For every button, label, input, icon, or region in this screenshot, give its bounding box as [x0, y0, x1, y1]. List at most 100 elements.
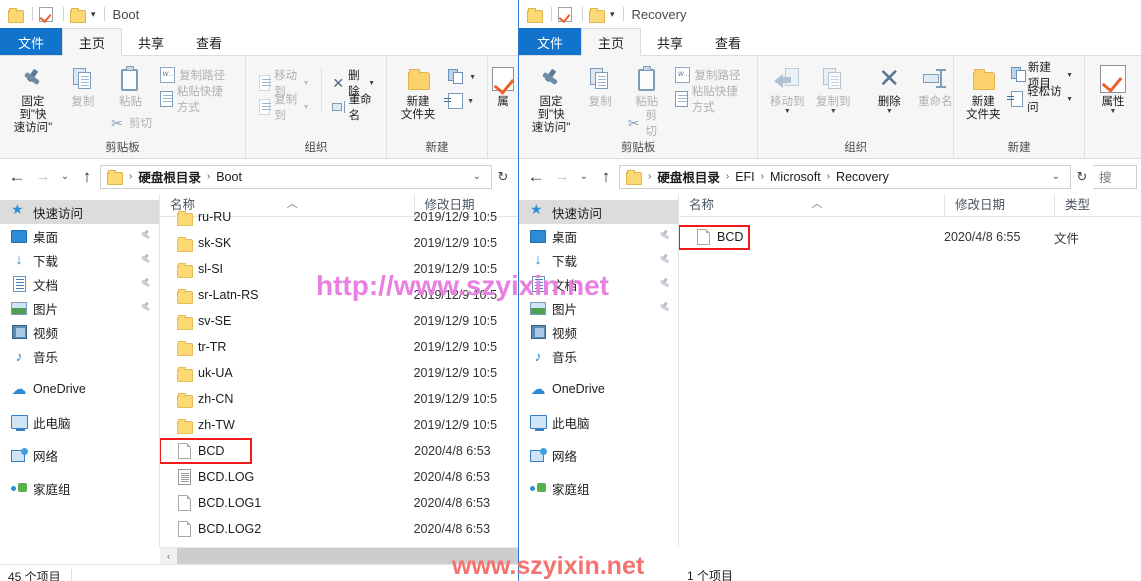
chevron-down-icon[interactable]: ▼	[830, 108, 837, 115]
file-list-pane-left[interactable]: 名称 ︿ 修改日期 ru-RU 2019/12/9 10:5 sk-SK 201…	[160, 194, 518, 547]
forward-button[interactable]: →	[30, 164, 56, 190]
column-header-name[interactable]: 名称 ︿	[679, 194, 944, 217]
new-item-button[interactable]: ▼	[445, 65, 479, 89]
pin-icon[interactable]	[140, 278, 151, 289]
selected-file-bcd[interactable]: BCD	[160, 438, 253, 464]
breadcrumb-item-root[interactable]: 硬盘根目录	[136, 167, 203, 186]
selected-file-bcd[interactable]: BCD	[679, 224, 750, 250]
sidebar-item-this-pc[interactable]: 此电脑	[519, 410, 678, 434]
copy-to-button[interactable]: 复制到 ▼	[810, 59, 856, 115]
properties-button[interactable]: 属	[492, 59, 514, 109]
table-row[interactable]: sl-SI 2019/12/9 10:5	[160, 256, 518, 282]
table-row[interactable]: uk-UA 2019/12/9 10:5	[160, 360, 518, 386]
new-folder-button[interactable]: 新建 文件夹	[960, 59, 1006, 122]
scroll-left-button[interactable]: ‹	[160, 548, 177, 564]
sidebar-item-videos[interactable]: 视频	[0, 320, 159, 344]
table-row[interactable]: BCD.LOG 2020/4/8 6:53	[160, 464, 518, 490]
paste-button[interactable]: 粘贴	[624, 59, 670, 109]
back-button[interactable]: ←	[4, 164, 30, 190]
chevron-down-icon[interactable]: ▼	[1110, 108, 1117, 115]
sidebar-item-quick-access[interactable]: 快速访问	[0, 200, 159, 224]
tab-file[interactable]: 文件	[519, 28, 582, 56]
sidebar-item-onedrive[interactable]: ☁ OneDrive	[0, 377, 159, 401]
table-row[interactable]: ru-RU 2019/12/9 10:5	[160, 204, 518, 230]
explorer-window-boot[interactable]: ▾ Boot 文件 主页 共享 查看 固定到"快 速访问" 复制 粘贴 ✂ 剪切…	[0, 0, 518, 581]
new-folder-quick-icon[interactable]	[589, 7, 605, 23]
breadcrumb-item-efi[interactable]: EFI	[733, 170, 756, 184]
sidebar-item-homegroup[interactable]: 家庭组	[519, 476, 678, 500]
forward-button[interactable]: →	[549, 164, 575, 190]
paste-shortcut-button[interactable]: 粘贴快捷方式	[672, 86, 749, 114]
properties-quick-icon[interactable]	[39, 6, 53, 22]
tab-home[interactable]: 主页	[581, 28, 642, 56]
tab-share[interactable]: 共享	[122, 28, 180, 56]
tab-view[interactable]: 查看	[180, 28, 238, 56]
table-row[interactable]: BCD 2020/4/8 6:55 文件	[679, 224, 1141, 250]
pin-icon[interactable]	[659, 230, 670, 241]
sidebar-item-network[interactable]: 网络	[519, 443, 678, 467]
recent-locations-button[interactable]: ⌄	[575, 164, 593, 190]
customize-qat-chevron-down-icon[interactable]: ▾	[91, 9, 96, 20]
scrollbar-thumb[interactable]	[177, 548, 518, 564]
sidebar-item-onedrive[interactable]: ☁ OneDrive	[519, 377, 678, 401]
back-button[interactable]: ←	[523, 164, 549, 190]
table-row[interactable]: BOOTSTAT.DAT 2020/4/8 6:53	[160, 542, 518, 547]
easy-access-button[interactable]: ▼	[444, 89, 479, 113]
address-chevron-down-icon[interactable]: ⌄	[1046, 171, 1066, 182]
cut-button[interactable]: ✂ 剪切	[623, 110, 670, 138]
explorer-window-recovery[interactable]: ▾ Recovery 文件 主页 共享 查看 固定到"快 速访问" 复制 粘贴 …	[518, 0, 1141, 581]
file-list-pane-right[interactable]: 名称 ︿ 修改日期 类型 BCD 2020/4/8 6:55 文件	[679, 194, 1141, 547]
chevron-down-icon[interactable]: ▼	[469, 74, 476, 81]
tab-share[interactable]: 共享	[641, 28, 699, 56]
table-row[interactable]: sv-SE 2019/12/9 10:5	[160, 308, 518, 334]
chevron-down-icon[interactable]: ▼	[303, 80, 310, 87]
sidebar-item-pictures[interactable]: 图片	[0, 296, 159, 320]
chevron-down-icon[interactable]: ▼	[886, 108, 893, 115]
sidebar-item-desktop[interactable]: 桌面	[0, 224, 159, 248]
sidebar-item-music[interactable]: ♪ 音乐	[0, 344, 159, 368]
sidebar-item-documents[interactable]: 文档	[519, 272, 678, 296]
tab-view[interactable]: 查看	[699, 28, 757, 56]
chevron-down-icon[interactable]: ▼	[303, 104, 310, 111]
address-breadcrumb-field[interactable]: › 硬盘根目录 › EFI › Microsoft › Recovery ⌄	[619, 164, 1071, 189]
navigation-pane-left[interactable]: 快速访问 桌面 ↓ 下载 文档 图片	[0, 194, 160, 547]
tab-file[interactable]: 文件	[0, 28, 63, 56]
table-row[interactable]: sk-SK 2019/12/9 10:5	[160, 230, 518, 256]
search-input[interactable]: 搜	[1093, 164, 1137, 189]
pin-icon[interactable]	[659, 254, 670, 265]
breadcrumb-item-root[interactable]: 硬盘根目录	[655, 167, 722, 186]
chevron-down-icon[interactable]: ▼	[784, 108, 791, 115]
table-row[interactable]: zh-TW 2019/12/9 10:5	[160, 412, 518, 438]
tab-home[interactable]: 主页	[62, 28, 123, 56]
sidebar-item-pictures[interactable]: 图片	[519, 296, 678, 320]
copy-to-button[interactable]: 复制到 ▼	[256, 94, 313, 122]
table-row[interactable]: BCD.LOG1 2020/4/8 6:53	[160, 490, 518, 516]
column-header-date[interactable]: 修改日期	[944, 194, 1054, 217]
up-button[interactable]: ↑	[74, 164, 100, 190]
sidebar-item-homegroup[interactable]: 家庭组	[0, 476, 159, 500]
quick-access-folder-icon[interactable]	[527, 7, 543, 23]
sidebar-item-quick-access[interactable]: 快速访问	[519, 200, 678, 224]
sidebar-item-downloads[interactable]: ↓ 下载	[519, 248, 678, 272]
customize-qat-chevron-down-icon[interactable]: ▾	[610, 9, 615, 20]
copy-button[interactable]: 复制	[577, 59, 623, 109]
horizontal-scrollbar-left[interactable]: ‹	[160, 547, 518, 564]
table-row[interactable]: zh-CN 2019/12/9 10:5	[160, 386, 518, 412]
chevron-down-icon[interactable]: ▼	[368, 80, 375, 87]
cut-button[interactable]: ✂ 剪切	[106, 111, 155, 135]
up-button[interactable]: ↑	[593, 164, 619, 190]
properties-quick-icon[interactable]	[558, 6, 572, 22]
new-folder-quick-icon[interactable]	[70, 7, 86, 23]
new-folder-button[interactable]: 新建 文件夹	[393, 59, 443, 122]
breadcrumb-item-recovery[interactable]: Recovery	[834, 170, 891, 184]
paste-button[interactable]: 粘贴	[107, 59, 153, 109]
pin-icon[interactable]	[140, 254, 151, 265]
address-chevron-down-icon[interactable]: ⌄	[467, 171, 487, 182]
sidebar-item-documents[interactable]: 文档	[0, 272, 159, 296]
chevron-down-icon[interactable]: ▼	[1066, 96, 1073, 103]
easy-access-button[interactable]: 轻松访问 ▼	[1007, 86, 1076, 114]
paste-shortcut-button[interactable]: 粘贴快捷方式	[157, 86, 237, 114]
sidebar-item-videos[interactable]: 视频	[519, 320, 678, 344]
move-to-button[interactable]: 移动到 ▼	[764, 59, 810, 115]
chevron-down-icon[interactable]: ▼	[467, 98, 474, 105]
